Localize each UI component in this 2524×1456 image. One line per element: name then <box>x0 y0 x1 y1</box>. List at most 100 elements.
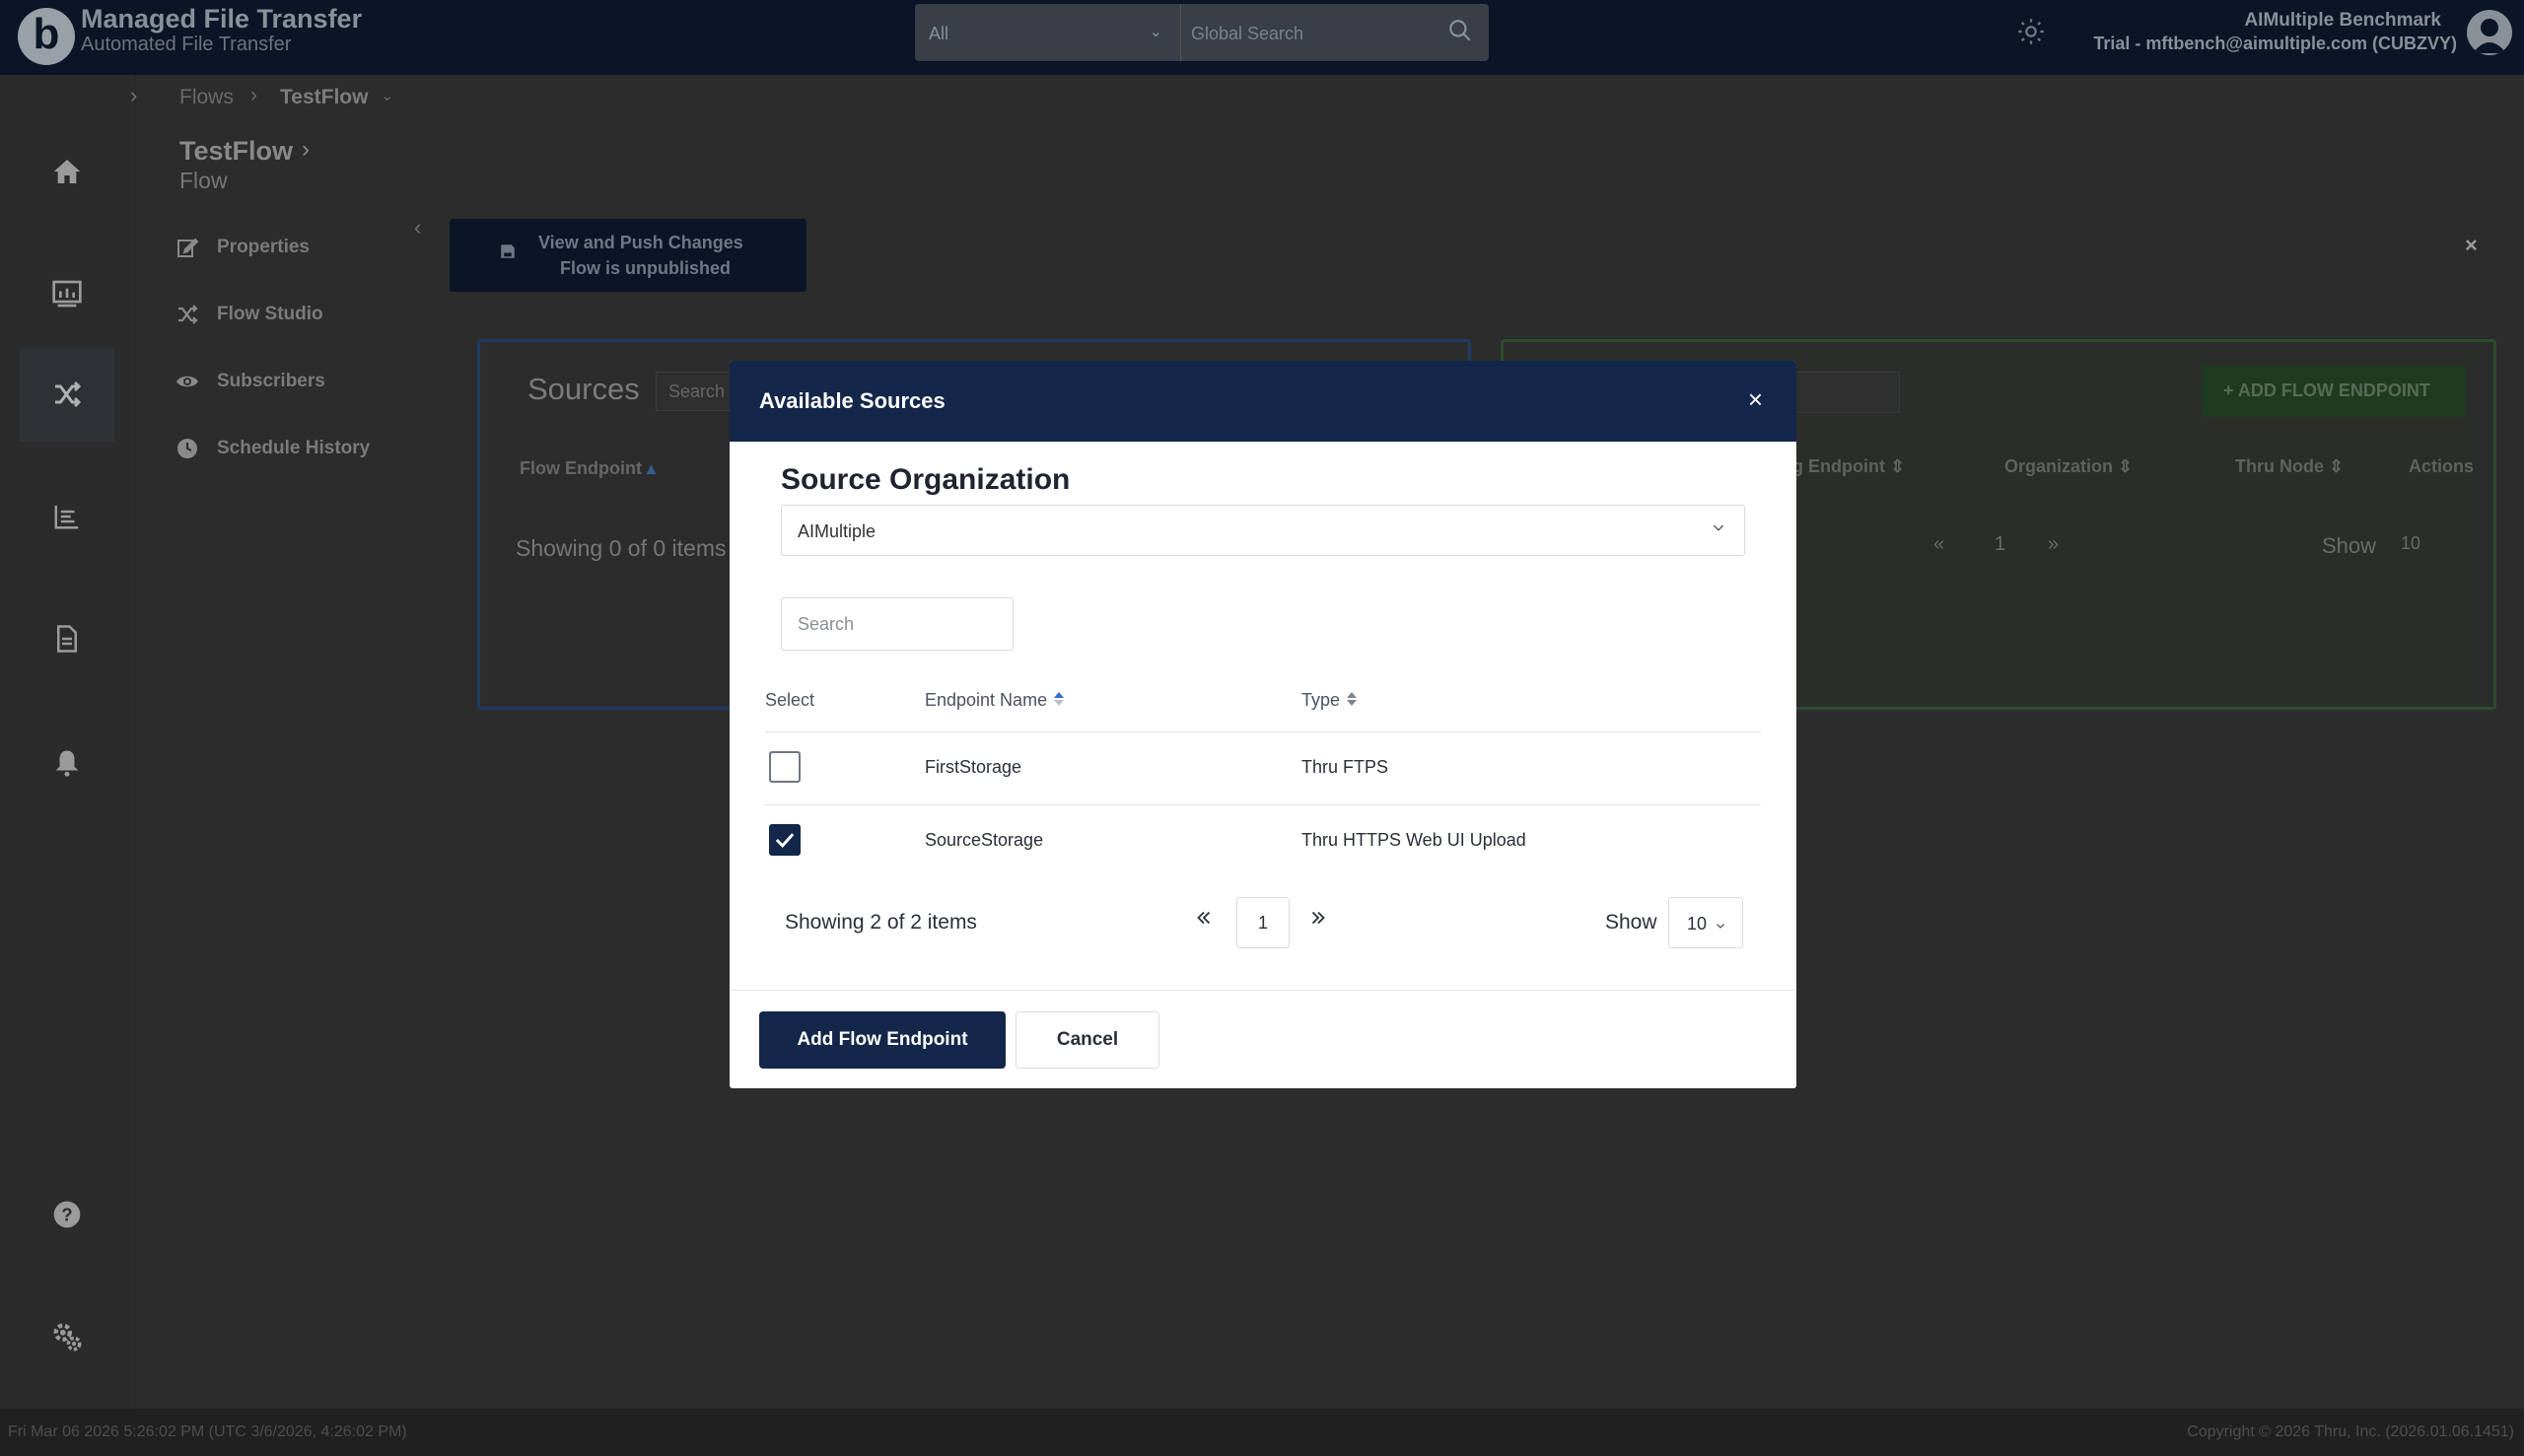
app-title: Managed File Transfer <box>81 4 363 34</box>
source-organization-select[interactable]: AIMultiple <box>781 505 1745 556</box>
source-organization-label: Source Organization <box>781 463 1071 496</box>
type-column-header[interactable]: Type <box>1301 690 1358 712</box>
dashboard-icon[interactable] <box>20 246 114 341</box>
dialog-title: Available Sources <box>759 388 946 413</box>
flow-name: TestFlow <box>179 136 294 166</box>
first-page-icon[interactable]: « <box>1933 533 1944 556</box>
push-button-status: Flow is unpublished <box>560 258 731 278</box>
bell-icon[interactable] <box>20 716 114 810</box>
chevron-down-icon <box>1711 520 1726 540</box>
breadcrumb-separator: › <box>250 84 257 106</box>
breadcrumb-toggle[interactable]: › <box>130 83 137 108</box>
brand-logo[interactable]: b <box>18 8 75 65</box>
subnav-schedule-history[interactable]: Schedule History <box>175 434 370 463</box>
dialog-header: Available Sources × <box>730 361 1796 442</box>
page-size-select[interactable]: 10 <box>2401 533 2420 554</box>
footer-copyright: Copyright © 2026 Thru, Inc. (2026.01.06.… <box>2187 1423 2514 1440</box>
organization-column-header[interactable]: Organization ⇕ <box>2004 456 2133 477</box>
endpoint-name-cell: SourceStorage <box>925 830 1044 850</box>
main-sidebar: ? <box>0 75 136 1409</box>
top-header: b Managed File Transfer Automated File T… <box>0 0 2524 75</box>
sort-icon <box>1346 691 1358 712</box>
sort-icon: ⇕ <box>2118 456 2134 476</box>
cancel-button[interactable]: Cancel <box>1016 1011 1159 1069</box>
flows-shuffle-icon[interactable] <box>20 347 114 442</box>
home-icon[interactable] <box>20 124 114 219</box>
page-number[interactable]: 1 <box>1995 533 2005 556</box>
subnav-label: Properties <box>217 237 310 257</box>
subnav-label: Schedule History <box>217 438 371 458</box>
show-label: Show <box>1605 911 1657 934</box>
column-label: Type <box>1301 690 1341 710</box>
collapse-subnav-icon[interactable]: ‹ <box>414 215 421 241</box>
svg-text:?: ? <box>61 1205 72 1225</box>
column-label: Flow Endpoint <box>520 458 642 478</box>
page-number[interactable]: 1 <box>1236 897 1290 948</box>
view-push-changes-button[interactable]: View and Push Changes Flow is unpublishe… <box>450 219 806 292</box>
chevron-down-icon[interactable]: ⌄ <box>381 86 393 105</box>
column-label: rg Endpoint <box>1786 456 1885 476</box>
flow-kind: Flow <box>179 168 228 193</box>
checkmark-icon <box>775 833 795 848</box>
thru-node-column-header[interactable]: Thru Node ⇕ <box>2235 456 2344 477</box>
search-scope-select[interactable]: All ⌄ <box>915 4 1181 61</box>
endpoint-search-input[interactable] <box>781 597 1014 651</box>
avatar[interactable] <box>2467 10 2512 55</box>
column-label: Thru Node <box>2235 456 2324 476</box>
search-icon[interactable] <box>1447 18 1473 48</box>
account-name[interactable]: AIMultiple Benchmark <box>2244 10 2441 32</box>
document-icon[interactable] <box>20 591 114 686</box>
sort-icon: ⇕ <box>1890 456 1906 476</box>
row-checkbox-firststorage[interactable] <box>769 751 801 783</box>
subnav-flow-studio[interactable]: Flow Studio <box>175 300 323 329</box>
sort-icon: ⇕ <box>2329 456 2345 476</box>
shuffle-icon <box>178 305 198 324</box>
items-count: Showing 2 of 2 items <box>785 911 977 934</box>
sort-ascending-icon <box>1053 691 1065 712</box>
breadcrumb-current[interactable]: TestFlow <box>280 86 368 109</box>
subnav-properties[interactable]: Properties <box>175 233 310 262</box>
select-column-header: Select <box>765 690 815 710</box>
settings-gears-icon[interactable] <box>20 1289 114 1384</box>
endpoint-name-cell: FirstStorage <box>925 757 1022 777</box>
first-page-icon[interactable] <box>1193 907 1215 934</box>
chevron-down-icon <box>1715 916 1726 936</box>
last-page-icon[interactable] <box>1307 907 1329 934</box>
divider <box>765 731 1761 732</box>
chevron-down-icon: ⌄ <box>1149 24 1162 40</box>
actions-column-header: Actions <box>2409 456 2475 476</box>
divider <box>765 804 1761 805</box>
add-flow-endpoint-button[interactable]: Add Flow Endpoint <box>759 1011 1006 1069</box>
theme-toggle-icon[interactable] <box>2017 18 2045 50</box>
sort-icon: ▴ <box>647 458 657 478</box>
push-button-title: View and Push Changes <box>538 233 743 252</box>
page-size-value: 10 <box>1687 914 1708 934</box>
target-endpoint-column-header[interactable]: rg Endpoint ⇕ <box>1786 456 1905 477</box>
endpoint-name-column-header[interactable]: Endpoint Name <box>925 690 1065 712</box>
sources-count: Showing 0 of 0 items <box>516 535 727 561</box>
subnav-subscribers[interactable]: Subscribers <box>175 367 325 396</box>
search-scope-value: All <box>929 24 949 43</box>
row-checkbox-sourcestorage[interactable] <box>769 824 801 856</box>
reports-chart-icon[interactable] <box>20 469 114 564</box>
page-size-select[interactable]: 10 <box>1668 897 1743 948</box>
account-detail: Trial - mftbench@aimultiple.com (CUBZVY) <box>2093 34 2457 53</box>
subnav-label: Subscribers <box>217 371 325 391</box>
help-icon[interactable]: ? <box>20 1167 114 1262</box>
footer-timestamp: Fri Mar 06 2026 5:26:02 PM (UTC 3/6/2026… <box>8 1423 407 1440</box>
last-page-icon[interactable]: » <box>2048 533 2059 556</box>
footer: Fri Mar 06 2026 5:26:02 PM (UTC 3/6/2026… <box>0 1409 2524 1456</box>
close-icon[interactable]: × <box>2465 233 2478 258</box>
edit-icon <box>177 238 199 257</box>
subnav-label: Flow Studio <box>217 304 323 324</box>
app-subtitle: Automated File Transfer <box>81 34 292 55</box>
available-sources-dialog: Available Sources × Source Organization … <box>730 361 1796 1088</box>
clock-icon <box>177 439 197 458</box>
save-icon <box>499 243 517 265</box>
global-search-input[interactable]: Global Search <box>1191 24 1303 44</box>
add-flow-endpoint-button[interactable]: + ADD FLOW ENDPOINT <box>2202 366 2466 417</box>
flow-endpoint-column-header[interactable]: Flow Endpoint ▴ <box>520 458 656 479</box>
breadcrumb-flows[interactable]: Flows <box>179 86 234 109</box>
close-icon[interactable]: × <box>1748 384 1763 415</box>
chevron-right-icon[interactable]: › <box>302 136 310 164</box>
